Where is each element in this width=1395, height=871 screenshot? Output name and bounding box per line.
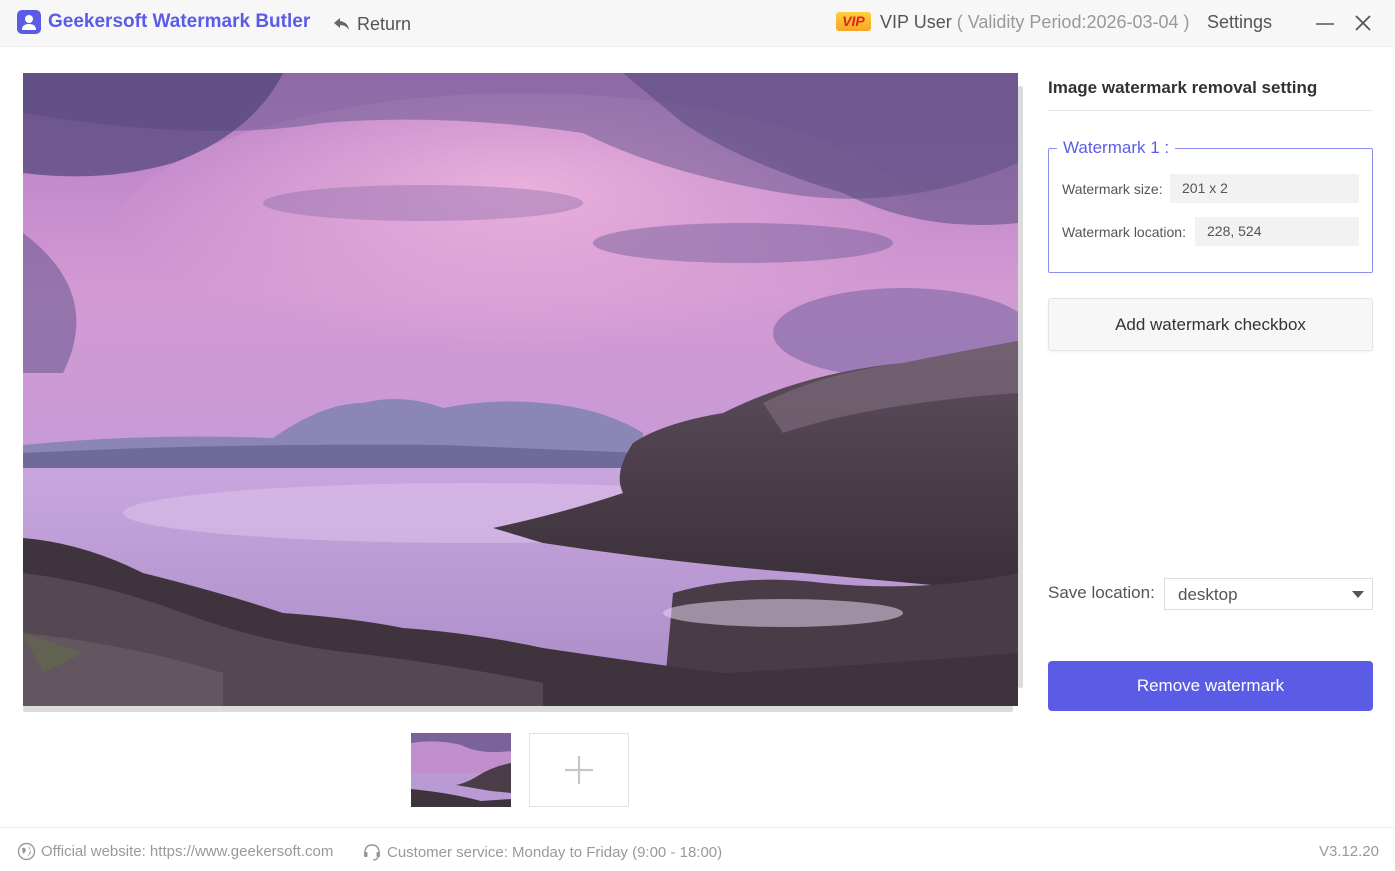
landscape-image: [23, 73, 1018, 706]
version-label: V3.12.20: [1318, 843, 1379, 860]
headset-icon: [364, 844, 380, 861]
customer-service-text: Customer service: Monday to Friday (9:00…: [387, 843, 723, 861]
horizontal-scrollbar[interactable]: [23, 706, 1013, 712]
watermark-size-label: Watermark size:: [1062, 181, 1163, 197]
official-website-link[interactable]: Official website: https://www.geekersoft…: [17, 842, 333, 861]
user-logo-icon: [17, 10, 41, 34]
save-location-value: desktop: [1178, 585, 1238, 604]
panel-title: Image watermark removal setting: [1048, 78, 1318, 97]
vip-user-label: VIP User: [880, 12, 952, 32]
official-website-text: Official website: https://www.geekersoft…: [41, 843, 334, 860]
image-preview[interactable]: [23, 73, 1018, 706]
watermark-location-label: Watermark location:: [1062, 224, 1186, 240]
vip-status: VIP User ( Validity Period:2026-03-04 ): [880, 12, 1190, 33]
footer: Official website: https://www.geekersoft…: [0, 827, 1395, 871]
add-image-button[interactable]: [529, 733, 629, 807]
return-label: Return: [357, 13, 412, 34]
watermark-location-field[interactable]: 228, 524: [1195, 217, 1359, 246]
vertical-scrollbar[interactable]: [1018, 86, 1023, 688]
return-arrow-icon: [334, 18, 349, 30]
panel-divider: [1048, 110, 1373, 111]
save-location-label: Save location:: [1048, 583, 1155, 602]
settings-button[interactable]: Settings: [1207, 12, 1272, 33]
image-thumbnail[interactable]: [411, 733, 511, 807]
paren-close: ): [1183, 12, 1190, 32]
watermark-size-field[interactable]: 201 x 2: [1170, 174, 1359, 203]
thumbnail-image: [411, 733, 511, 807]
validity-period: Validity Period:2026-03-04: [967, 12, 1179, 32]
paren-open: (: [956, 12, 963, 32]
caret-down-icon: [1352, 591, 1364, 598]
vip-badge: VIP: [836, 12, 871, 31]
add-watermark-checkbox-button[interactable]: Add watermark checkbox: [1048, 298, 1373, 351]
customer-service-info: Customer service: Monday to Friday (9:00…: [362, 842, 722, 862]
watermark-group: [1048, 148, 1373, 273]
watermark-legend: Watermark 1 :: [1057, 138, 1176, 158]
title-bar: Geekersoft Watermark Butler Return VIP V…: [0, 0, 1395, 47]
return-button[interactable]: Return: [332, 12, 411, 36]
save-location-select[interactable]: desktop: [1164, 578, 1373, 610]
close-icon[interactable]: [1352, 12, 1374, 34]
plus-icon: [565, 756, 593, 784]
minimize-icon[interactable]: [1314, 12, 1336, 34]
remove-watermark-button[interactable]: Remove watermark: [1048, 661, 1373, 711]
app-title: Geekersoft Watermark Butler: [48, 11, 311, 32]
globe-icon: [17, 842, 36, 861]
